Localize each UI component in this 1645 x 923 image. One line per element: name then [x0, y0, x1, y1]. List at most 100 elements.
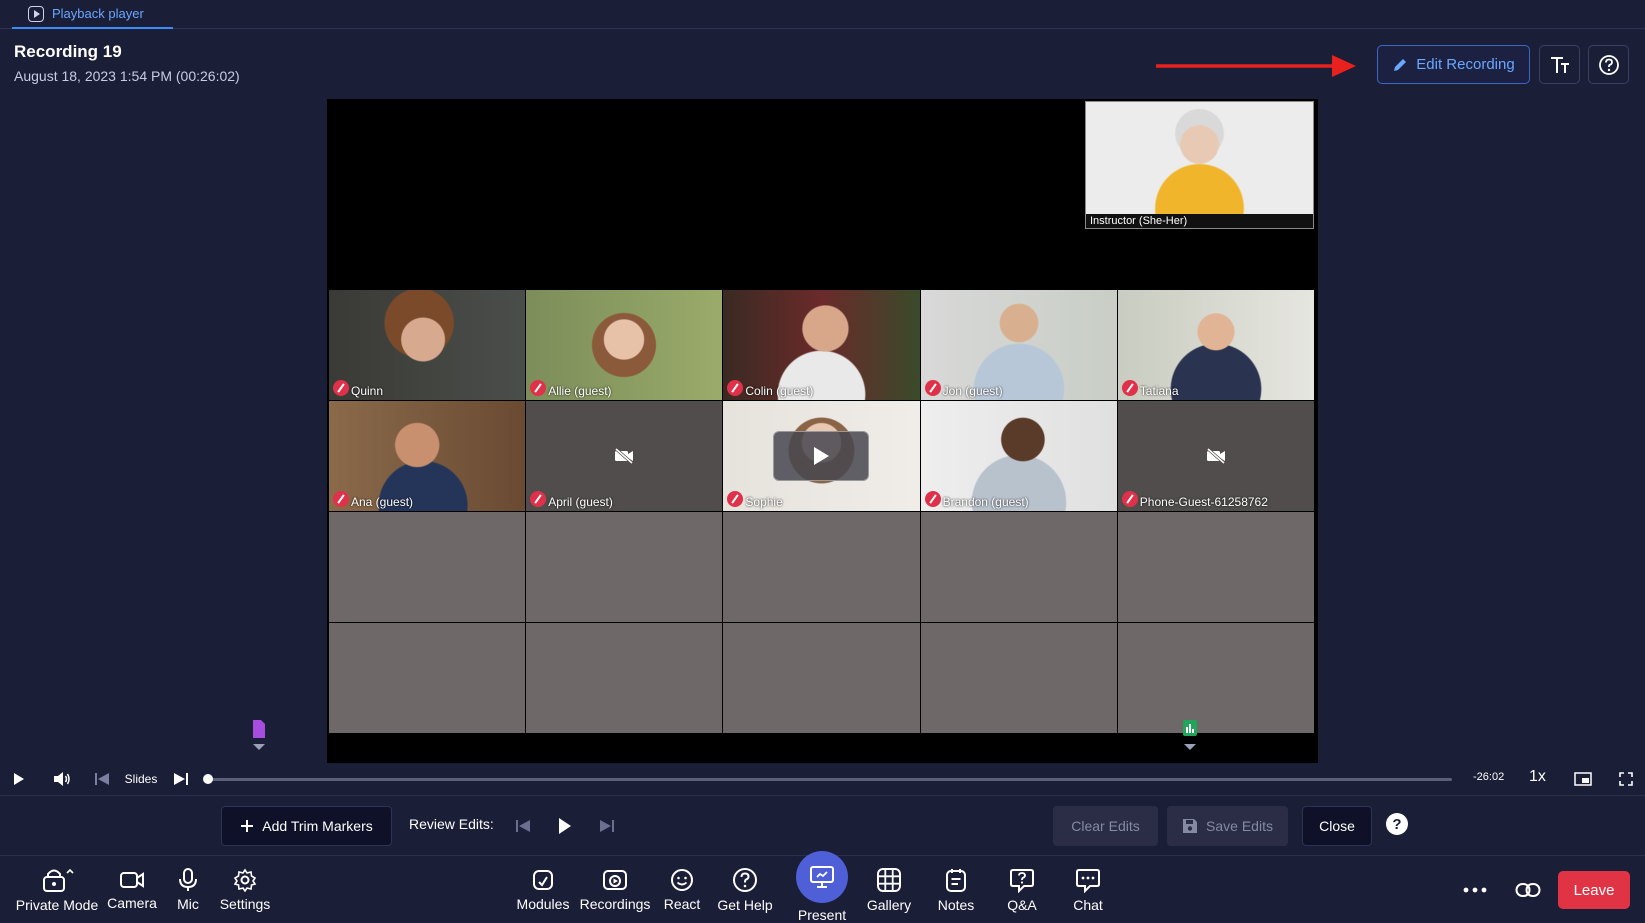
video-play-button[interactable] [773, 431, 870, 481]
participant-name: Tatiana [1139, 384, 1179, 398]
participant-name: Sophie [745, 495, 783, 509]
participant-tile: Brandon (guest) [920, 401, 1117, 511]
progress-thumb[interactable] [203, 774, 213, 784]
more-options-button[interactable] [1460, 856, 1490, 923]
pip-icon [1574, 772, 1592, 786]
participant-tile: Sophie [723, 401, 920, 511]
tab-label: Playback player [52, 6, 144, 21]
tool-label: Modules [516, 896, 570, 912]
tool-label: Gallery [866, 897, 912, 913]
tool-label: Settings [219, 896, 271, 912]
mic-off-icon [530, 491, 547, 507]
next-slide-button[interactable] [170, 763, 192, 795]
participant-name: Brandon (guest) [942, 495, 1029, 509]
participant-name: Phone-Guest-61258762 [1139, 495, 1268, 509]
notes-icon [946, 869, 966, 892]
featured-name: Instructor (She-Her) [1086, 214, 1313, 228]
playback-speed-button[interactable]: 1x [1529, 768, 1546, 786]
participant-name: Ana (guest) [351, 495, 414, 509]
mic-button[interactable]: Mic [170, 856, 206, 923]
tool-label: Camera [107, 895, 157, 911]
camera-button[interactable]: Camera [104, 856, 160, 923]
progress-track[interactable] [207, 778, 1452, 781]
caption-text-button[interactable] [1539, 45, 1580, 84]
participant-name: Jon (guest) [942, 384, 1003, 398]
empty-tile [526, 512, 723, 622]
present-button[interactable]: Present [794, 851, 850, 923]
review-skip-forward-button[interactable] [592, 806, 622, 846]
participant-tile: Quinn [329, 290, 526, 400]
question-circle-icon [733, 868, 757, 892]
mic-off-icon [333, 491, 349, 507]
camera-icon [120, 872, 144, 888]
qa-button[interactable]: Q&A [1000, 856, 1044, 923]
add-trim-label: Add Trim Markers [262, 818, 373, 834]
empty-tile [526, 623, 723, 733]
skip-back-icon [516, 820, 530, 832]
react-button[interactable]: React [660, 856, 704, 923]
tool-label: Notes [937, 897, 975, 913]
picture-in-picture-button[interactable] [1572, 763, 1594, 795]
participant-name: April (guest) [548, 495, 613, 509]
play-icon [14, 773, 24, 785]
tool-label: Get Help [717, 897, 773, 913]
present-bubble [796, 851, 848, 903]
leave-button[interactable]: Leave [1558, 871, 1630, 909]
participant-tile: Ana (guest) [329, 401, 526, 511]
marker-placeholder [252, 99, 268, 117]
video-stage[interactable]: Instructor (She-Her) Quinn Allie (guest)… [327, 99, 1318, 763]
recordings-button[interactable]: Recordings [578, 856, 652, 923]
empty-tile [723, 512, 920, 622]
empty-tile [1117, 512, 1314, 622]
edit-recording-label: Edit Recording [1416, 56, 1515, 73]
tool-label: Q&A [1007, 897, 1037, 913]
recording-date: August 18, 2023 1:54 PM (00:26:02) [14, 68, 240, 84]
edit-recording-button[interactable]: Edit Recording [1377, 45, 1530, 84]
participant-tile: April (guest) [526, 401, 723, 511]
lock-icon [43, 868, 74, 892]
play-button[interactable] [8, 763, 30, 795]
review-edits-label: Review Edits: [409, 816, 494, 832]
featured-video: Instructor (She-Her) [1085, 101, 1314, 229]
clear-edits-label: Clear Edits [1071, 818, 1140, 834]
review-skip-back-button[interactable] [508, 806, 538, 846]
tab-playback-player[interactable]: Playback player [12, 0, 173, 29]
edit-help-icon[interactable]: ? [1386, 813, 1408, 835]
skip-forward-icon [600, 820, 614, 832]
empty-tile [329, 512, 526, 622]
volume-icon [54, 772, 70, 786]
settings-button[interactable]: Settings [216, 856, 274, 923]
empty-tile [329, 623, 526, 733]
close-label: Close [1319, 818, 1355, 834]
notes-button[interactable]: Notes [932, 856, 980, 923]
close-button[interactable]: Close [1302, 806, 1372, 846]
mic-off-icon [1121, 491, 1138, 507]
gear-icon [233, 868, 257, 892]
participant-tile: Colin (guest) [723, 290, 920, 400]
help-button[interactable] [1588, 45, 1629, 84]
poll-marker-icon[interactable] [1182, 719, 1198, 751]
save-edits-button[interactable]: Save Edits [1167, 806, 1288, 846]
camera-off-icon [1206, 448, 1225, 464]
recordings-icon [603, 870, 627, 890]
chat-bubble-icon [1076, 869, 1100, 893]
get-help-button[interactable]: Get Help [716, 856, 774, 923]
gallery-button[interactable]: Gallery [862, 856, 916, 923]
play-icon [814, 447, 830, 465]
review-play-button[interactable] [550, 806, 580, 846]
modules-icon [533, 870, 553, 890]
modules-button[interactable]: Modules [514, 856, 572, 923]
private-mode-button[interactable]: Private Mode [14, 856, 100, 923]
chat-button[interactable]: Chat [1066, 856, 1110, 923]
previous-slide-button[interactable] [92, 763, 112, 795]
add-trim-markers-button[interactable]: Add Trim Markers [221, 806, 392, 846]
volume-button[interactable] [50, 763, 74, 795]
copy-link-button[interactable] [1513, 856, 1543, 923]
slides-marker-icon[interactable] [251, 719, 267, 751]
empty-tile [920, 623, 1117, 733]
fullscreen-button[interactable] [1615, 763, 1637, 795]
ellipsis-icon [1463, 887, 1487, 893]
question-circle-icon [1598, 54, 1619, 75]
tool-label: Chat [1073, 897, 1103, 913]
clear-edits-button[interactable]: Clear Edits [1053, 806, 1158, 846]
